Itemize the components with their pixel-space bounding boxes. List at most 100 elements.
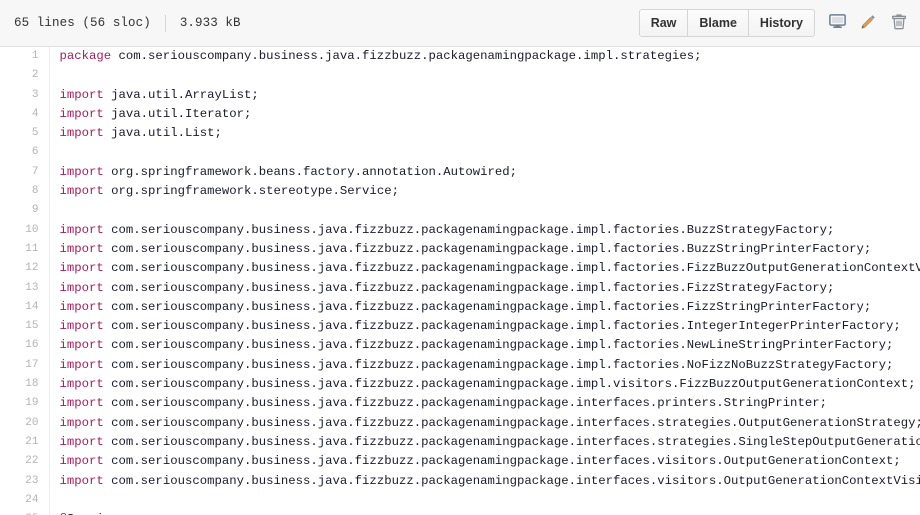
line-number[interactable]: 22	[0, 452, 50, 472]
code-line: 13 import com.seriouscompany.business.jav…	[0, 278, 920, 298]
code-line: 4 import java.util.Iterator;	[0, 104, 920, 125]
line-number[interactable]: 13	[0, 278, 50, 298]
code-token: import	[59, 434, 104, 449]
line-content[interactable]	[49, 143, 920, 162]
code-line: 16 import com.seriouscompany.business.jav…	[0, 336, 920, 356]
code-token: import	[59, 454, 104, 469]
line-content[interactable]: import java.util.ArrayList;	[49, 86, 920, 105]
line-number[interactable]: 24	[0, 490, 50, 511]
code-line: 25@Service	[0, 510, 920, 515]
line-content[interactable]: import com.seriouscompany.business.java.…	[49, 317, 920, 336]
blame-button[interactable]: Blame	[687, 10, 748, 36]
line-number[interactable]: 5	[0, 124, 50, 144]
line-content[interactable]: import org.springframework.stereotype.Se…	[49, 182, 920, 201]
code-token: import	[59, 299, 104, 314]
code-token: com.seriouscompany.business.java.fizzbuz…	[103, 357, 894, 372]
code-line: 12 import com.seriouscompany.business.jav…	[0, 259, 920, 279]
code-token: com.seriouscompany.business.java.fizzbuz…	[103, 222, 835, 237]
line-content[interactable]: import java.util.Iterator;	[49, 105, 920, 124]
line-content[interactable]: import com.seriouscompany.business.java.…	[49, 298, 920, 317]
line-number[interactable]: 7	[0, 162, 50, 183]
line-number[interactable]: 6	[0, 143, 50, 163]
line-number[interactable]: 11	[0, 239, 50, 260]
line-content[interactable]: import com.seriouscompany.business.java.…	[49, 336, 920, 355]
code-token: import	[59, 184, 104, 199]
line-content[interactable]	[49, 66, 920, 85]
line-number[interactable]: 25	[0, 510, 50, 515]
code-line: 23 import com.seriouscompany.business.jav…	[0, 471, 920, 491]
line-content[interactable]: import com.seriouscompany.business.java.…	[49, 414, 920, 433]
line-number[interactable]: 15	[0, 317, 50, 337]
line-number[interactable]: 18	[0, 375, 50, 395]
line-number[interactable]: 8	[0, 182, 50, 202]
line-content[interactable]: import java.util.List;	[49, 124, 920, 143]
code-line: 22 import com.seriouscompany.business.jav…	[0, 452, 920, 472]
code-token: com.seriouscompany.business.java.fizzbuz…	[103, 280, 835, 295]
code-line: 1 package com.seriouscompany.business.jav…	[0, 47, 920, 67]
raw-button[interactable]: Raw	[639, 10, 688, 36]
line-content[interactable]: package com.seriouscompany.business.java…	[49, 47, 920, 66]
code-token: import	[59, 319, 104, 334]
line-number[interactable]: 21	[0, 432, 50, 453]
open-in-desktop-button[interactable]	[827, 13, 847, 33]
line-number[interactable]: 14	[0, 297, 50, 318]
line-number[interactable]: 3	[0, 85, 50, 105]
file-header-bar: 65 lines (56 sloc) 3.933 kB Raw Blame Hi…	[0, 0, 920, 47]
code-token: com.seriouscompany.business.java.fizzbuz…	[103, 396, 827, 411]
line-content[interactable]: import com.seriouscompany.business.java.…	[49, 221, 920, 240]
code-body: 1 package com.seriouscompany.business.jav…	[0, 47, 920, 515]
code-line: 6	[0, 143, 920, 163]
line-number[interactable]: 1	[0, 47, 50, 67]
line-content[interactable]: import com.seriouscompany.business.java.…	[49, 259, 920, 278]
code-token: import	[59, 377, 104, 392]
line-content[interactable]: import org.springframework.beans.factory…	[49, 163, 920, 182]
line-content[interactable]: @Service	[49, 510, 920, 515]
code-token: java.util.List;	[103, 126, 222, 141]
code-token: import	[59, 241, 104, 256]
line-content[interactable]: import com.seriouscompany.business.java.…	[49, 433, 920, 452]
line-number[interactable]: 4	[0, 104, 50, 125]
line-number[interactable]: 20	[0, 413, 50, 433]
line-number[interactable]: 23	[0, 471, 50, 491]
code-line: 15 import com.seriouscompany.business.jav…	[0, 317, 920, 337]
line-content[interactable]: import com.seriouscompany.business.java.…	[49, 279, 920, 298]
line-number[interactable]: 9	[0, 201, 50, 221]
code-line: 21 import com.seriouscompany.business.jav…	[0, 432, 920, 453]
code-line: 24	[0, 490, 920, 511]
code-line: 11 import com.seriouscompany.business.jav…	[0, 239, 920, 260]
code-token: com.seriouscompany.business.java.fizzbuz…	[103, 319, 901, 334]
line-content[interactable]: import com.seriouscompany.business.java.…	[49, 472, 920, 491]
code-token: com.seriouscompany.business.java.fizzbuz…	[111, 49, 702, 63]
line-content[interactable]: import com.seriouscompany.business.java.…	[49, 375, 920, 394]
line-content[interactable]: import com.seriouscompany.business.java.…	[49, 240, 920, 259]
line-number[interactable]: 19	[0, 394, 50, 414]
line-content[interactable]: import com.seriouscompany.business.java.…	[49, 394, 920, 413]
line-number[interactable]: 10	[0, 220, 50, 240]
line-content[interactable]	[49, 201, 920, 220]
code-token: import	[59, 396, 104, 411]
line-number[interactable]: 12	[0, 259, 50, 279]
line-number[interactable]: 2	[0, 66, 50, 86]
code-blob-viewport[interactable]: 1 package com.seriouscompany.business.jav…	[0, 47, 920, 515]
edit-file-button[interactable]	[858, 13, 878, 33]
code-token: import	[59, 261, 104, 276]
code-token: import	[59, 126, 104, 141]
code-token: import	[59, 473, 104, 488]
code-token: com.seriouscompany.business.java.fizzbuz…	[103, 415, 920, 430]
history-button[interactable]: History	[747, 10, 814, 36]
code-token: com.seriouscompany.business.java.fizzbuz…	[103, 377, 916, 392]
delete-file-button[interactable]	[889, 13, 909, 33]
line-content[interactable]: import com.seriouscompany.business.java.…	[49, 452, 920, 471]
code-line: 18 import com.seriouscompany.business.jav…	[0, 375, 920, 395]
code-line: 10 import com.seriouscompany.business.jav…	[0, 220, 920, 240]
code-token: com.seriouscompany.business.java.fizzbuz…	[103, 338, 894, 353]
file-view: 65 lines (56 sloc) 3.933 kB Raw Blame Hi…	[0, 0, 920, 515]
line-content[interactable]	[49, 491, 920, 510]
code-token: import	[59, 280, 104, 295]
file-actions: Raw Blame History	[638, 9, 909, 37]
line-number[interactable]: 17	[0, 355, 50, 376]
desktop-icon	[828, 14, 846, 32]
line-number[interactable]: 16	[0, 336, 50, 356]
line-content[interactable]: import com.seriouscompany.business.java.…	[49, 356, 920, 375]
code-token: com.seriouscompany.business.java.fizzbuz…	[111, 261, 920, 276]
